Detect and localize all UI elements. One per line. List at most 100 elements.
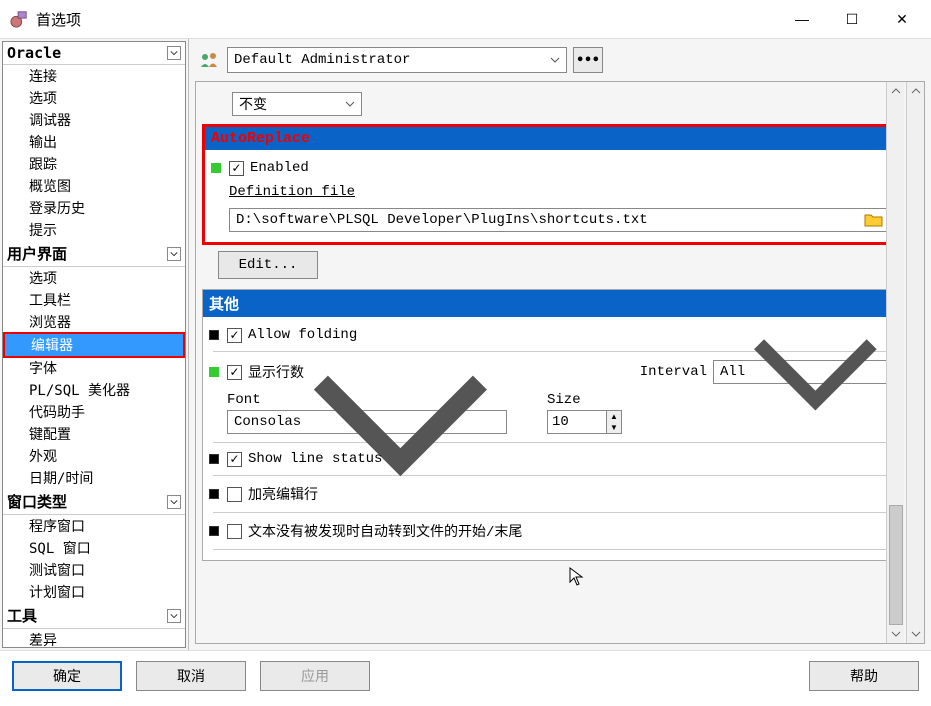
sidebar-item[interactable]: 跟踪 [3,153,185,175]
sidebar-item[interactable]: 选项 [3,267,185,289]
interval-select[interactable]: All [713,360,893,384]
sidebar-item[interactable]: 键配置 [3,423,185,445]
highlight-line-checkbox[interactable] [227,487,242,502]
app-icon [10,10,28,28]
enabled-checkbox[interactable] [229,161,244,176]
size-value: 10 [552,414,569,430]
sidebar-item[interactable]: SQL 窗口 [3,537,185,559]
scroll-up-icon[interactable] [889,84,903,98]
edit-button[interactable]: Edit... [218,251,318,279]
group-header-autoreplace: AutoReplace [205,127,901,150]
show-lines-checkbox[interactable] [227,365,242,380]
sidebar-item[interactable]: 程序窗口 [3,515,185,537]
sidebar: Oracle 连接 选项 调试器 输出 跟踪 概览图 登录历史 提示 用户界面 … [0,39,189,650]
sidebar-item[interactable]: 提示 [3,219,185,241]
users-icon [199,51,221,69]
other-group: 其他 Allow folding [202,289,904,561]
status-marker-icon [209,454,219,464]
close-button[interactable]: ✕ [877,4,927,34]
folder-open-icon[interactable] [864,212,884,228]
ok-button[interactable]: 确定 [12,661,122,691]
spin-up-icon[interactable]: ▲ [607,411,621,422]
bottom-bar: 确定 取消 应用 帮助 [0,650,931,700]
chevron-down-icon[interactable] [167,495,181,509]
sidebar-item[interactable]: 调试器 [3,109,185,131]
titlebar: 首选项 — ☐ ✕ [0,0,931,38]
help-button[interactable]: 帮助 [809,661,919,691]
chevron-down-icon[interactable] [167,46,181,60]
category-ui[interactable]: 用户界面 [3,241,185,267]
sidebar-item[interactable]: 外观 [3,445,185,467]
size-spinner[interactable]: ▲▼ [606,410,622,434]
show-lines-label: 显示行数 [248,362,304,382]
wrap-text-checkbox[interactable] [227,524,242,539]
sidebar-item[interactable]: 连接 [3,65,185,87]
sidebar-item[interactable]: 概览图 [3,175,185,197]
top-select-row: 不变 [202,88,904,124]
sidebar-item-editor[interactable]: 编辑器 [3,332,185,358]
interval-label: Interval [640,364,707,380]
status-marker-icon [209,526,219,536]
maximize-button[interactable]: ☐ [827,4,877,34]
sidebar-item[interactable]: 代码助手 [3,401,185,423]
category-window-type[interactable]: 窗口类型 [3,489,185,515]
content-scroll: 不变 AutoReplace Enabled [196,82,924,643]
category-label: 工具 [7,605,37,626]
sidebar-item[interactable]: 字体 [3,357,185,379]
scrollbar-thumb[interactable] [889,505,903,625]
category-tools[interactable]: 工具 [3,603,185,629]
admin-select-value: Default Administrator [234,52,410,68]
size-input[interactable]: 10 [547,410,607,434]
chevron-down-icon[interactable] [167,247,181,261]
more-button[interactable]: ••• [573,47,603,73]
admin-bar: Default Administrator ••• [189,39,931,81]
minimize-button[interactable]: — [777,4,827,34]
size-label: Size [547,392,622,408]
sidebar-item[interactable]: 输出 [3,131,185,153]
category-label: Oracle [7,44,61,62]
autoreplace-group: AutoReplace Enabled Definition file [202,124,904,245]
sidebar-item[interactable]: 浏览器 [3,311,185,333]
apply-button[interactable]: 应用 [260,661,370,691]
window-buttons: — ☐ ✕ [777,4,927,34]
font-select[interactable]: Consolas [227,410,507,434]
sidebar-item[interactable]: 登录历史 [3,197,185,219]
sidebar-item[interactable]: 计划窗口 [3,581,185,603]
show-line-status-label: Show line status [248,451,382,467]
font-value: Consolas [234,414,301,430]
chevron-down-icon [550,55,560,65]
status-marker-icon [209,330,219,340]
status-marker-icon [211,163,221,173]
cancel-button[interactable]: 取消 [136,661,246,691]
case-select-value: 不变 [239,94,267,114]
right-panel: Default Administrator ••• 不变 AutoReplace [189,39,931,650]
inner-scrollbar[interactable] [886,82,904,643]
wrap-text-label: 文本没有被发现时自动转到文件的开始/末尾 [248,521,522,541]
status-marker-icon [209,367,219,377]
definition-file-input[interactable]: D:\software\PLSQL Developer\PlugIns\shor… [229,208,891,232]
sidebar-item[interactable]: 测试窗口 [3,559,185,581]
window-title: 首选项 [36,9,777,30]
sidebar-item[interactable]: PL/SQL 美化器 [3,379,185,401]
sidebar-item[interactable]: 工具栏 [3,289,185,311]
file-path-value: D:\software\PLSQL Developer\PlugIns\shor… [236,212,648,228]
sidebar-item[interactable]: 差异 [3,629,185,648]
outer-scrollbar[interactable] [906,82,924,643]
spin-down-icon[interactable]: ▼ [607,422,621,433]
sidebar-item[interactable]: 日期/时间 [3,467,185,489]
scroll-down-icon[interactable] [889,627,903,641]
scroll-up-icon[interactable] [909,84,923,98]
admin-select[interactable]: Default Administrator [227,47,567,73]
show-line-status-checkbox[interactable] [227,452,242,467]
sidebar-item[interactable]: 选项 [3,87,185,109]
enabled-label: Enabled [250,160,309,176]
chevron-down-icon[interactable] [167,609,181,623]
category-label: 窗口类型 [7,491,67,512]
allow-folding-checkbox[interactable] [227,328,242,343]
case-select[interactable]: 不变 [232,92,362,116]
highlight-line-label: 加亮编辑行 [248,484,318,504]
category-oracle[interactable]: Oracle [3,42,185,65]
definition-file-label: Definition file [229,184,355,200]
scroll-down-icon[interactable] [909,627,923,641]
sidebar-tree[interactable]: Oracle 连接 选项 调试器 输出 跟踪 概览图 登录历史 提示 用户界面 … [2,41,186,648]
